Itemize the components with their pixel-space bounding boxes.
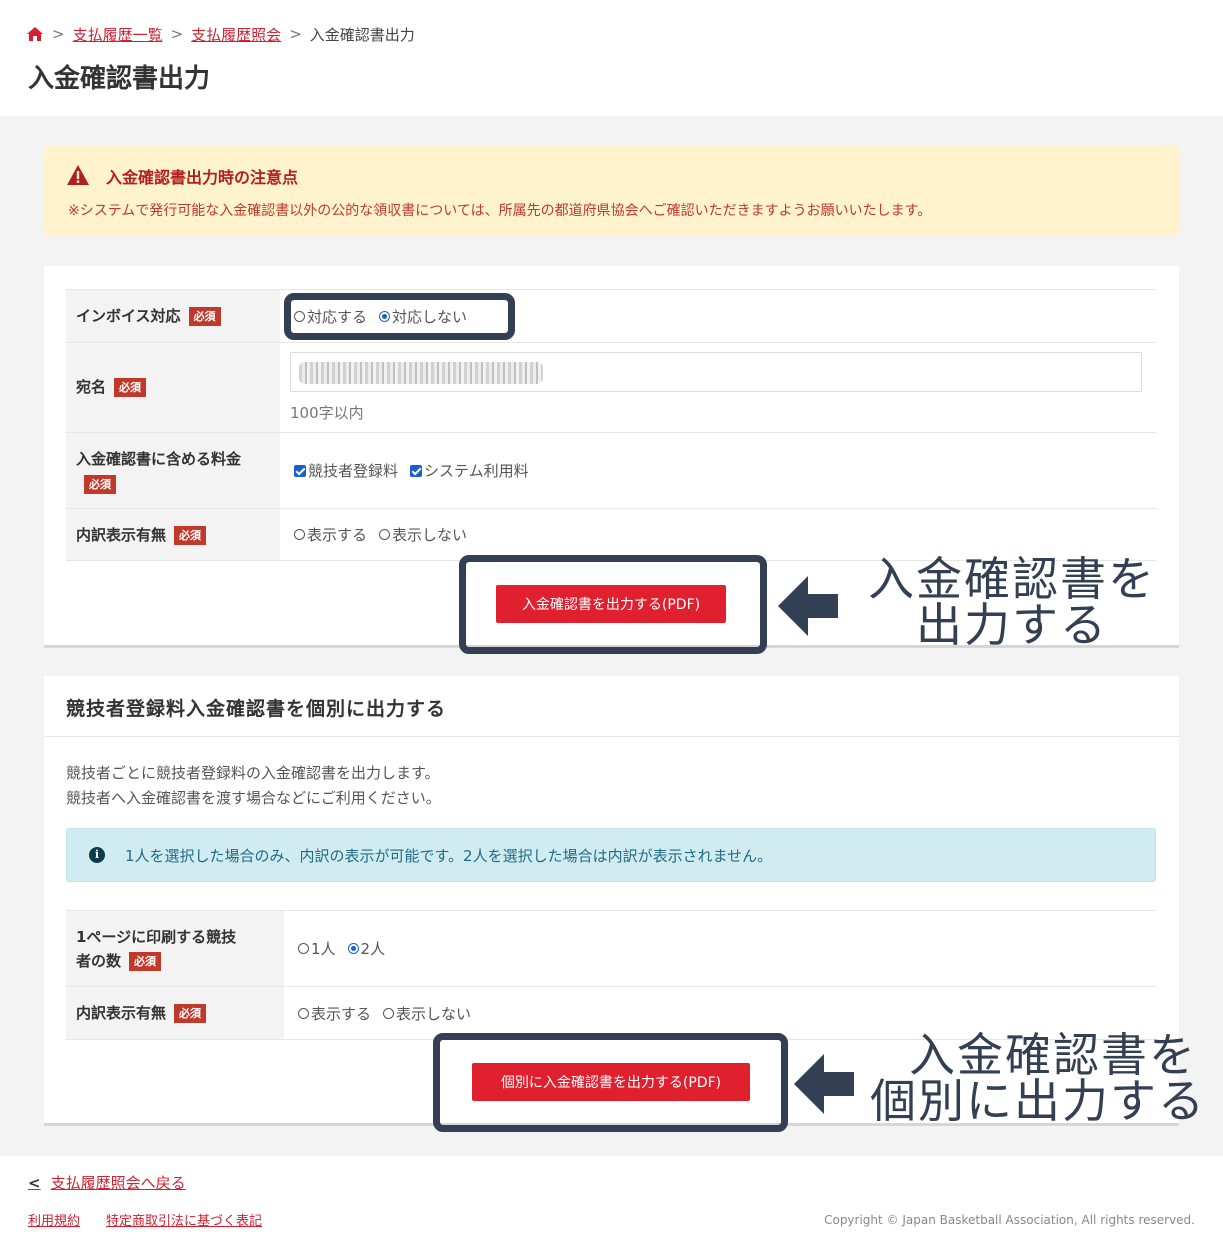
addressee-input[interactable] bbox=[290, 352, 1142, 392]
breakdown-option-show[interactable]: 表示する bbox=[298, 1003, 371, 1024]
fee-option-system[interactable]: システム利用料 bbox=[410, 460, 529, 481]
breadcrumb-separator: > bbox=[170, 25, 184, 43]
breakdown-option-hide[interactable]: 表示しない bbox=[383, 1003, 471, 1024]
required-badge: 必須 bbox=[114, 378, 147, 397]
individual-button-highlight-box bbox=[433, 1033, 788, 1132]
arrow-left-icon bbox=[778, 576, 838, 636]
section-description-line2: 競技者へ入金確認書を渡す場合などにご利用ください。 bbox=[66, 789, 441, 807]
form-row-fees: 入金確認書に含める料金 必須 競技者登録料 システム利用料 bbox=[66, 432, 1156, 509]
warning-alert: 入金確認書出力時の注意点 ※システムで発行可能な入金確認書以外の公的な領収書につ… bbox=[44, 146, 1179, 236]
invoice-highlight-box bbox=[284, 293, 515, 340]
required-badge: 必須 bbox=[174, 1004, 207, 1023]
section-title: 競技者登録料入金確認書を個別に出力する bbox=[66, 698, 447, 720]
breadcrumb-separator: > bbox=[52, 25, 65, 43]
copyright: Copyright © Japan Basketball Association… bbox=[824, 1213, 1195, 1227]
form-row-per-page: 1ページに印刷する競技 者の数 必須 1人 2人 bbox=[66, 910, 1156, 987]
info-icon: i bbox=[89, 847, 105, 863]
annotation-output: 入金確認書を 出力する bbox=[868, 552, 1156, 652]
page-header: > 支払履歴一覧 > 支払履歴照会 > 入金確認書出力 入金確認書出力 bbox=[0, 0, 1223, 116]
radio-button[interactable] bbox=[298, 943, 309, 954]
footer: < 支払履歴照会へ戻る 利用規約 特定商取引法に基づく表記 Copyright … bbox=[0, 1156, 1223, 1244]
breakdown-option-hide[interactable]: 表示しない bbox=[379, 524, 467, 545]
fee-option-registration[interactable]: 競技者登録料 bbox=[294, 460, 398, 481]
individual-form-table: 1ページに印刷する競技 者の数 必須 1人 2人 内訳表示有無 必須 表示する 表示しな… bbox=[66, 910, 1156, 1040]
required-badge: 必須 bbox=[84, 474, 116, 494]
breadcrumb-current: 入金確認書出力 bbox=[309, 25, 415, 44]
receipt-form-table: インボイス対応 必須 対応する 対応しない 宛名 必須 100字以内 入金確認書に含め… bbox=[66, 289, 1156, 561]
page-title: 入金確認書出力 bbox=[28, 64, 211, 94]
breadcrumb-link-payment-list[interactable]: 支払履歴一覧 bbox=[73, 24, 163, 45]
breadcrumb: > 支払履歴一覧 > 支払履歴照会 > 入金確認書出力 bbox=[26, 22, 415, 46]
home-icon[interactable] bbox=[26, 26, 44, 42]
checkbox-checked[interactable] bbox=[410, 464, 423, 477]
breadcrumb-separator: > bbox=[289, 25, 302, 43]
alert-title: 入金確認書出力時の注意点 bbox=[106, 168, 299, 187]
checkbox-checked[interactable] bbox=[294, 464, 306, 477]
per-page-option-1[interactable]: 1人 bbox=[298, 938, 336, 959]
addressee-hint: 100字以内 bbox=[290, 404, 364, 422]
per-page-label-line1: 1ページに印刷する競技 bbox=[76, 927, 237, 946]
info-text: 1人を選択した場合のみ、内訳の表示が可能です。2人を選択した場合は内訳が表示され… bbox=[125, 847, 773, 865]
radio-button[interactable] bbox=[379, 529, 391, 540]
radio-button[interactable] bbox=[294, 529, 305, 540]
addressee-label: 宛名 bbox=[76, 378, 107, 396]
info-alert: i 1人を選択した場合のみ、内訳の表示が可能です。2人を選択した場合は内訳が表示… bbox=[66, 828, 1156, 882]
breakdown-option-show[interactable]: 表示する bbox=[294, 524, 367, 545]
commercial-law-link[interactable]: 特定商取引法に基づく表記 bbox=[106, 1210, 262, 1229]
chevron-left-icon: < bbox=[28, 1173, 41, 1192]
breadcrumb-link-payment-detail[interactable]: 支払履歴照会 bbox=[191, 24, 281, 45]
form-row-invoice: インボイス対応 必須 対応する 対応しない bbox=[66, 289, 1156, 343]
radio-button[interactable] bbox=[383, 1007, 395, 1019]
divider bbox=[44, 736, 1179, 737]
alert-text: ※システムで発行可能な入金確認書以外の公的な領収書については、所属先の都道府県協… bbox=[68, 203, 932, 219]
per-page-label-line2: 者の数 bbox=[76, 951, 122, 970]
per-page-option-2[interactable]: 2人 bbox=[347, 938, 385, 959]
invoice-label: インボイス対応 bbox=[76, 307, 181, 325]
section-description-line1: 競技者ごとに競技者登録料の入金確認書を出力します。 bbox=[66, 764, 440, 782]
required-badge: 必須 bbox=[188, 307, 221, 326]
breakdown-label: 内訳表示有無 bbox=[76, 525, 167, 544]
breakdown-label: 内訳表示有無 bbox=[76, 1004, 167, 1022]
radio-button[interactable] bbox=[298, 1007, 309, 1019]
warning-icon bbox=[67, 165, 89, 185]
form-row-addressee: 宛名 必須 100字以内 bbox=[66, 342, 1156, 433]
back-link[interactable]: < 支払履歴照会へ戻る bbox=[28, 1172, 186, 1193]
annotation-individual-output: 入金確認書を 個別に出力する bbox=[870, 1028, 1206, 1128]
terms-link[interactable]: 利用規約 bbox=[28, 1210, 80, 1229]
redacted-text bbox=[299, 362, 543, 384]
required-badge: 必須 bbox=[129, 951, 162, 971]
output-button-highlight-box bbox=[459, 555, 767, 654]
radio-button-selected[interactable] bbox=[347, 943, 359, 954]
arrow-left-icon bbox=[794, 1054, 854, 1114]
required-badge: 必須 bbox=[174, 525, 207, 545]
fees-label: 入金確認書に含める料金 bbox=[76, 449, 242, 468]
